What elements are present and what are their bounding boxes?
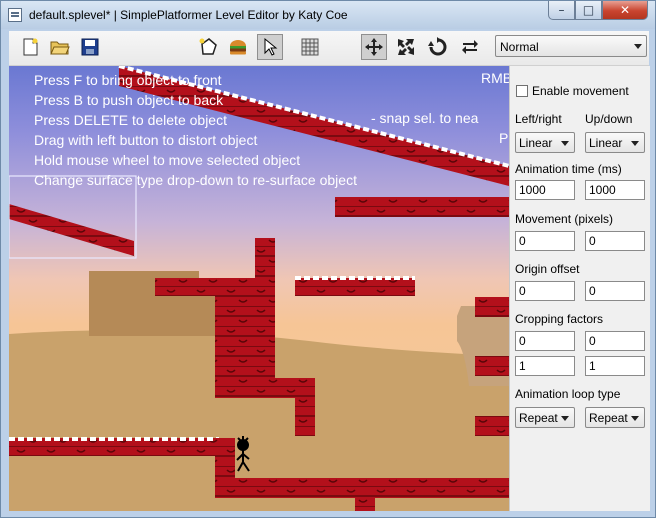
scale-mode-button[interactable]: [393, 34, 419, 60]
platform-snowy-mid[interactable]: [295, 278, 415, 296]
anim-time-label: Animation time (ms): [515, 162, 622, 176]
grid-toggle-button[interactable]: [297, 34, 323, 60]
floor-stub[interactable]: [355, 498, 375, 511]
help-line: Change surface type drop-down to re-surf…: [34, 172, 357, 188]
platform-edge-3[interactable]: [475, 416, 509, 436]
enable-movement-label: Enable movement: [532, 84, 629, 98]
updown-easing-value: Linear: [589, 136, 623, 150]
cropping-label: Cropping factors: [515, 312, 604, 326]
help-right-snap: - snap sel. to nea: [371, 110, 479, 126]
crop-top-input[interactable]: 0: [585, 331, 645, 351]
movement-label: Movement (pixels): [515, 212, 614, 226]
new-file-icon: [23, 38, 38, 56]
polygon-tool-button[interactable]: [195, 34, 221, 60]
flip-icon: [462, 40, 478, 54]
leftright-label: Left/right: [515, 112, 562, 126]
minimize-button[interactable]: –: [548, 1, 575, 20]
help-line: Drag with left button to distort object: [34, 132, 258, 148]
loop-type-y-value: Repeat: [589, 411, 628, 425]
save-button[interactable]: [77, 34, 103, 60]
platform-floor-bottom[interactable]: [215, 478, 509, 498]
save-icon: [81, 38, 99, 56]
updown-label: Up/down: [585, 112, 633, 126]
help-overlay: Press F to bring object to front Press B…: [34, 70, 357, 190]
polygon-icon: [199, 38, 217, 55]
title-bar[interactable]: default.splevel* | SimplePlatformer Leve…: [1, 1, 655, 29]
platform-right-upper[interactable]: [335, 197, 509, 217]
updown-easing-select[interactable]: Linear: [585, 132, 645, 153]
origin-x-input[interactable]: 0: [515, 281, 575, 301]
anim-time-x-input[interactable]: 1000: [515, 180, 575, 200]
editor-window: default.splevel* | SimplePlatformer Leve…: [0, 0, 656, 518]
movement-x-input[interactable]: 0: [515, 231, 575, 251]
platform-edge-2[interactable]: [475, 356, 509, 376]
flip-mode-button[interactable]: [457, 34, 483, 60]
chevron-down-icon: [631, 416, 639, 421]
select-tool-button[interactable]: [257, 34, 283, 60]
loop-type-label: Animation loop type: [515, 387, 621, 401]
slanted-platform-left[interactable]: [9, 204, 134, 256]
scale-icon: [398, 39, 414, 55]
pillar-lower[interactable]: [295, 378, 315, 436]
open-folder-icon: [50, 41, 70, 55]
surface-type-value: Normal: [500, 40, 539, 54]
move-mode-button[interactable]: [361, 34, 387, 60]
burger-icon: [230, 40, 246, 55]
loop-type-x-value: Repeat: [519, 411, 558, 425]
chevron-down-icon: [561, 141, 569, 146]
enable-movement-checkbox[interactable]: [516, 85, 528, 97]
leftright-easing-value: Linear: [519, 136, 553, 150]
crop-bottom-input[interactable]: 1: [585, 356, 645, 376]
app-icon: [8, 8, 22, 22]
new-file-button[interactable]: [17, 34, 43, 60]
chevron-down-icon: [634, 44, 642, 49]
close-button[interactable]: ✕: [602, 1, 648, 20]
properties-panel: Enable movement Left/right Up/down Linea…: [509, 66, 650, 511]
crop-right-input[interactable]: 1: [515, 356, 575, 376]
help-line: Hold mouse wheel to move selected object: [34, 152, 301, 168]
window-controls: – □ ✕: [548, 1, 648, 21]
chevron-down-icon: [631, 141, 639, 146]
rotate-icon: [428, 37, 447, 56]
loop-type-x-select[interactable]: Repeat: [515, 407, 575, 428]
pointer-icon: [264, 37, 278, 56]
rotate-mode-button[interactable]: [425, 34, 451, 60]
origin-offset-label: Origin offset: [515, 262, 580, 276]
movement-y-input[interactable]: 0: [585, 231, 645, 251]
maximize-button[interactable]: □: [575, 1, 602, 20]
surface-type-dropdown[interactable]: Normal: [495, 35, 647, 57]
move-icon: [365, 38, 383, 56]
chevron-down-icon: [561, 416, 569, 421]
origin-y-input[interactable]: 0: [585, 281, 645, 301]
crop-left-input[interactable]: 0: [515, 331, 575, 351]
grid-icon: [301, 38, 319, 56]
help-line: Press DELETE to delete object: [34, 112, 227, 128]
level-canvas[interactable]: Press F to bring object to front Press B…: [9, 66, 509, 511]
loop-type-y-select[interactable]: Repeat: [585, 407, 645, 428]
help-right-rmb: RMB: [481, 70, 509, 86]
window-title: default.splevel* | SimplePlatformer Leve…: [29, 8, 348, 22]
toolbar: Normal: [9, 31, 649, 66]
help-line: Press B to push object to back: [34, 92, 224, 108]
object-tool-button[interactable]: [225, 34, 251, 60]
anim-time-y-input[interactable]: 1000: [585, 180, 645, 200]
platform-edge-1[interactable]: [475, 297, 509, 317]
leftright-easing-select[interactable]: Linear: [515, 132, 575, 153]
help-right-p: P: [499, 130, 509, 146]
open-file-button[interactable]: [47, 34, 73, 60]
help-line: Press F to bring object to front: [34, 72, 222, 88]
